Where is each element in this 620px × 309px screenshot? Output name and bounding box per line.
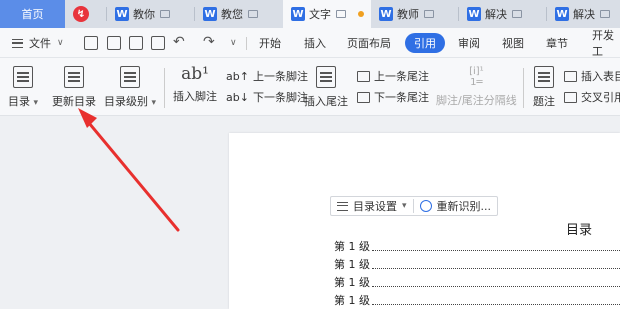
tab-doc-3[interactable]: W 教师	[371, 0, 459, 28]
cross-reference-button[interactable]: 交叉引用	[564, 89, 620, 105]
toc-entry[interactable]: 第 1 级	[334, 238, 620, 254]
prev-endnote-button[interactable]: 上一条尾注	[357, 68, 429, 84]
tab-doc-1-label: 教你	[133, 8, 155, 21]
toc-settings-button[interactable]: 目录设置 ▾	[331, 197, 413, 215]
list-icon	[337, 201, 348, 211]
tab-doc-3-label: 教师	[397, 8, 419, 21]
chevron-down-icon: ∨	[57, 38, 64, 48]
tab-doc-4-label: 解决	[485, 8, 507, 21]
ribbon-references: 目录 ▾ 更新目录 目录级别 ▾ ab¹ 插入脚注 ab↑ 上一条脚注 ab↓ …	[0, 58, 620, 116]
next-footnote-icon: ab↓	[226, 90, 249, 104]
prev-footnote-icon: ab↑	[226, 69, 249, 83]
file-menu[interactable]: 文件 ∨	[12, 28, 64, 58]
chevron-down-icon: ▾	[402, 201, 407, 211]
tab-doc-active-label: 文字	[309, 8, 331, 21]
toc-title: 目录	[566, 223, 593, 238]
writer-doc-icon: W	[379, 7, 393, 21]
print-icon[interactable]	[129, 36, 143, 50]
redo-icon[interactable]: ↷	[203, 34, 215, 50]
tab-page-layout[interactable]: 页面布局	[347, 28, 391, 58]
caption-button[interactable]: 题注	[533, 66, 555, 109]
footnote-icon: ab¹	[181, 64, 209, 84]
cross-reference-icon	[564, 91, 577, 103]
writer-doc-icon: W	[115, 7, 129, 21]
monitor-icon	[336, 10, 346, 18]
undo-icon[interactable]: ↶	[173, 34, 185, 50]
writer-doc-icon: W	[555, 7, 569, 21]
prev-endnote-icon	[357, 70, 370, 82]
table-of-figures-icon	[564, 70, 577, 82]
update-toc-icon	[64, 66, 84, 88]
app-logo-icon: ↯	[73, 6, 89, 22]
tab-chapter[interactable]: 章节	[546, 28, 568, 58]
insert-footnote-button[interactable]: ab¹ 插入脚注	[173, 64, 217, 104]
save-icon[interactable]	[84, 36, 98, 50]
monitor-icon	[248, 10, 258, 18]
monitor-icon	[424, 10, 434, 18]
next-footnote-button[interactable]: ab↓ 下一条脚注	[226, 89, 308, 105]
insert-table-of-figures-button[interactable]: 插入表目	[564, 68, 620, 84]
tab-doc-2[interactable]: W 教您	[195, 0, 283, 28]
tab-doc-1[interactable]: W 教你	[107, 0, 195, 28]
monitor-icon	[160, 10, 170, 18]
tab-references[interactable]: 引用	[405, 33, 445, 53]
toc-icon	[13, 66, 34, 88]
next-endnote-button[interactable]: 下一条尾注	[357, 89, 429, 105]
menu-icon	[12, 38, 23, 48]
footnote-separator-button[interactable]: [i]¹ 1═ 脚注/尾注分隔线	[436, 66, 517, 108]
tab-app[interactable]: ↯	[65, 0, 107, 28]
writer-doc-icon: W	[467, 7, 481, 21]
tab-developer[interactable]: 开发工	[592, 28, 620, 58]
customize-chevron-icon[interactable]: ∨	[230, 38, 237, 48]
menu-bar: 文件 ∨ ↶ ↷ ∨ 开始 插入 页面布局 引用 审阅 视图 章节 开发工	[0, 28, 620, 58]
tab-home-label: 首页	[21, 8, 44, 21]
file-menu-label: 文件	[29, 37, 51, 50]
tab-start[interactable]: 开始	[259, 28, 281, 58]
separator-icon: [i]¹ 1═	[469, 66, 484, 88]
tab-doc-2-label: 教您	[221, 8, 243, 21]
refresh-icon	[419, 200, 432, 212]
export-pdf-icon[interactable]	[107, 36, 121, 50]
tab-doc-5[interactable]: W 解决	[547, 0, 620, 28]
tab-insert[interactable]: 插入	[304, 28, 326, 58]
print-preview-icon[interactable]	[151, 36, 165, 50]
update-toc-button[interactable]: 更新目录	[52, 66, 96, 109]
toc-entry[interactable]: 第 1 级	[334, 274, 620, 290]
toc-level-icon	[120, 66, 141, 88]
toc-button[interactable]: 目录 ▾	[8, 66, 38, 109]
reidentify-button[interactable]: 重新识别...	[414, 197, 498, 215]
next-endnote-icon	[357, 91, 370, 103]
tab-view[interactable]: 视图	[502, 28, 524, 58]
unsaved-dot-icon	[358, 11, 364, 17]
insert-endnote-button[interactable]: 插入尾注	[304, 66, 348, 109]
caption-icon	[534, 66, 554, 88]
endnote-icon	[316, 66, 336, 88]
writer-doc-icon: W	[291, 7, 305, 21]
tab-review[interactable]: 审阅	[458, 28, 480, 58]
tab-doc-4[interactable]: W 解决	[459, 0, 547, 28]
toc-entry[interactable]: 第 1 级	[334, 256, 620, 272]
prev-footnote-button[interactable]: ab↑ 上一条脚注	[226, 68, 308, 84]
toc-level-button[interactable]: 目录级别 ▾	[104, 66, 156, 109]
writer-doc-icon: W	[203, 7, 217, 21]
toc-entry[interactable]: 第 1 级	[334, 292, 620, 308]
tab-doc-active[interactable]: W 文字	[283, 0, 371, 28]
tab-doc-5-label: 解决	[573, 8, 595, 21]
monitor-icon	[600, 10, 610, 18]
monitor-icon	[512, 10, 522, 18]
tab-home[interactable]: 首页	[0, 0, 65, 28]
tab-bar: 首页 ↯ W 教你 W 教您 W 文字 W 教师 W 解决 W 解决	[0, 0, 620, 28]
toc-floating-toolbar: 目录设置 ▾ 重新识别...	[330, 196, 499, 216]
